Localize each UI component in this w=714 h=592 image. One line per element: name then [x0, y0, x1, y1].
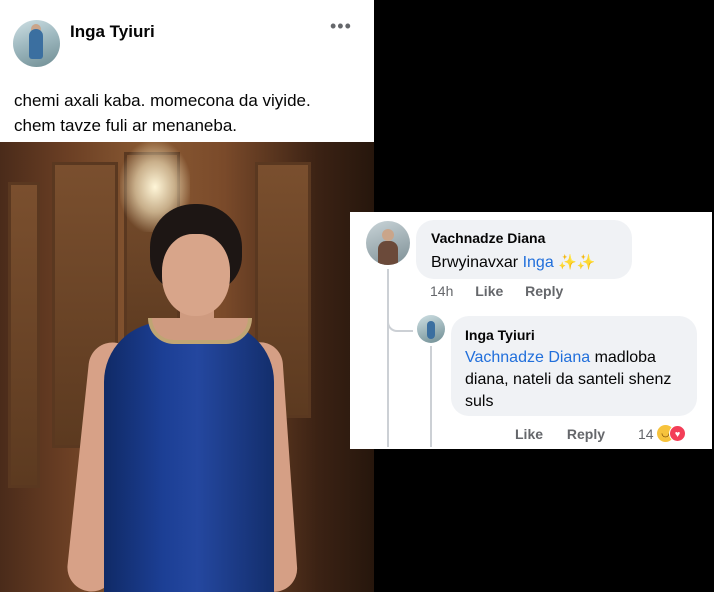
like-button[interactable]: Like	[475, 283, 503, 299]
reply-author-avatar[interactable]	[417, 315, 445, 343]
reply-button[interactable]: Reply	[567, 426, 605, 442]
avatar-figure	[29, 29, 43, 59]
reply-bubble: Inga Tyiuri Vachnadze Diana madloba dian…	[451, 316, 697, 416]
thread-connector	[387, 314, 413, 332]
comment-body: Brwyinavxar	[431, 254, 523, 271]
reply-actions: Like Reply	[515, 426, 625, 442]
reply-author-name[interactable]: Inga Tyiuri	[465, 327, 535, 343]
mention-link[interactable]: Inga	[523, 254, 554, 271]
comment-time[interactable]: 14h	[430, 283, 453, 299]
comments-card: Vachnadze Diana Brwyinavxar Inga ✨✨ 14h …	[350, 212, 712, 449]
post-author-name[interactable]: Inga Tyiuri	[70, 22, 155, 42]
thread-line-reply	[430, 346, 432, 447]
post-text-line-1: chemi axali kaba. momecona da viyide.	[14, 91, 311, 110]
comment-text: Brwyinavxar Inga ✨✨	[431, 253, 596, 272]
avatar-body	[378, 241, 398, 265]
love-reaction-icon: ♥	[669, 425, 686, 442]
post-photo[interactable]	[0, 142, 374, 592]
post-author-avatar[interactable]	[13, 20, 60, 67]
reaction-count[interactable]: 14	[638, 426, 654, 442]
sparkles-emoji: ✨✨	[558, 254, 596, 271]
commenter-avatar[interactable]	[366, 221, 410, 265]
cabinet-panel	[8, 182, 40, 488]
post-text-line-2: chem tavze fuli ar menaneba.	[14, 116, 238, 135]
comment-actions: 14h Like Reply	[430, 283, 581, 299]
thread-line	[387, 269, 389, 447]
reply-button[interactable]: Reply	[525, 283, 563, 299]
avatar-figure	[427, 321, 435, 339]
comment-bubble: Vachnadze Diana Brwyinavxar Inga ✨✨	[416, 220, 632, 279]
comment-author-name[interactable]: Vachnadze Diana	[431, 230, 545, 246]
more-options-icon[interactable]: •••	[330, 16, 352, 37]
post-text: chemi axali kaba. momecona da viyide. ch…	[14, 88, 364, 138]
blue-dress	[104, 322, 274, 592]
avatar-head	[382, 229, 394, 241]
dress-collar	[148, 318, 252, 344]
reply-text: Vachnadze Diana madloba diana, nateli da…	[465, 347, 685, 413]
like-button[interactable]: Like	[515, 426, 543, 442]
woman-face	[162, 234, 230, 316]
mention-link[interactable]: Vachnadze Diana	[465, 349, 590, 366]
post-card: Inga Tyiuri ••• chemi axali kaba. momeco…	[0, 0, 374, 592]
